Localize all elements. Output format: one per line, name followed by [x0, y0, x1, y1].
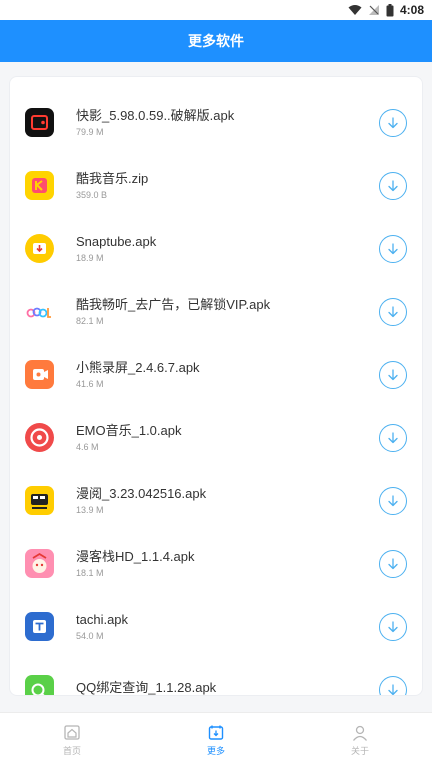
wifi-icon	[348, 5, 362, 15]
manyue-icon	[25, 486, 54, 515]
app-size: 359.0 B	[76, 190, 108, 200]
app-name: tachi.apk	[76, 612, 129, 627]
tab-home[interactable]: 首页	[0, 713, 144, 768]
app-name: 酷我音乐.zip	[76, 171, 149, 186]
snaptube-icon	[25, 234, 54, 263]
download-button[interactable]	[379, 297, 407, 326]
app-list: 快影_5.98.0.59..破解版.apk 79.9 M 酷我音乐.zip 35…	[9, 76, 423, 696]
download-icon	[388, 368, 398, 380]
battery-icon	[386, 3, 394, 16]
download-button[interactable]	[379, 549, 407, 578]
download-icon	[388, 305, 398, 317]
more-icon	[208, 725, 224, 740]
home-icon	[64, 725, 80, 740]
no-signal-icon	[368, 5, 379, 15]
list-item[interactable]: Snaptube.apk 18.9 M	[10, 217, 422, 280]
list-item[interactable]: QQ绑定查询_1.1.28.apk	[10, 658, 422, 695]
list-item[interactable]: 快影_5.98.0.59..破解版.apk 79.9 M	[10, 91, 422, 154]
tab-more[interactable]: 更多	[144, 713, 288, 768]
app-name: 漫客栈HD_1.1.4.apk	[76, 549, 195, 564]
download-button[interactable]	[379, 423, 407, 452]
tab-about[interactable]: 关于	[288, 713, 432, 768]
app-name: QQ绑定查询_1.1.28.apk	[76, 680, 217, 695]
app-size: 79.9 M	[76, 127, 104, 137]
list-item[interactable]: 酷我音乐.zip 359.0 B	[10, 154, 422, 217]
download-icon	[388, 116, 398, 128]
list-item[interactable]: 小熊录屏_2.4.6.7.apk 41.6 M	[10, 343, 422, 406]
list-item[interactable]: 酷我畅听_去广告，已解锁VIP.apk 82.1 M	[10, 280, 422, 343]
app-size: 13.9 M	[76, 505, 104, 515]
app-name: Snaptube.apk	[76, 234, 157, 249]
app-name: 酷我畅听_去广告，已解锁VIP.apk	[76, 297, 271, 312]
download-icon	[388, 683, 398, 695]
page-title: 更多软件	[188, 33, 244, 49]
download-button[interactable]	[379, 360, 407, 389]
app-size: 4.6 M	[76, 442, 99, 452]
app-name: 快影_5.98.0.59..破解版.apk	[76, 108, 235, 123]
app-size: 18.1 M	[76, 568, 104, 578]
app-header: 更多软件	[0, 20, 432, 62]
kuwo-listen-icon	[25, 297, 54, 326]
bear-recorder-icon	[25, 360, 54, 389]
download-icon	[388, 179, 398, 191]
download-button[interactable]	[379, 612, 407, 641]
download-icon	[388, 242, 398, 254]
tachi-icon	[25, 612, 54, 641]
download-icon	[388, 620, 398, 632]
tab-home-label: 首页	[62, 746, 81, 756]
download-icon	[388, 494, 398, 506]
list-item[interactable]: 漫阅_3.23.042516.apk 13.9 M	[10, 469, 422, 532]
download-button[interactable]	[379, 234, 407, 263]
app-size: 54.0 M	[76, 631, 104, 641]
download-button[interactable]	[379, 486, 407, 515]
bottom-tab-bar: 首页 更多 关于	[0, 712, 432, 768]
tab-more-label: 更多	[206, 746, 225, 756]
download-button[interactable]	[379, 675, 407, 695]
list-item[interactable]: 漫客栈HD_1.1.4.apk 18.1 M	[10, 532, 422, 595]
download-button[interactable]	[379, 108, 407, 137]
kuwo-music-icon	[25, 171, 54, 200]
emo-music-icon	[25, 423, 54, 452]
tab-about-label: 关于	[350, 746, 369, 756]
kuaiying-icon	[25, 108, 54, 137]
app-name: EMO音乐_1.0.apk	[76, 423, 182, 438]
qq-query-icon	[25, 675, 54, 695]
app-size: 18.9 M	[76, 253, 104, 263]
user-icon	[352, 725, 368, 741]
list-item[interactable]: EMO音乐_1.0.apk 4.6 M	[10, 406, 422, 469]
app-name: 漫阅_3.23.042516.apk	[76, 486, 207, 501]
mankezhan-icon	[25, 549, 54, 578]
app-size: 41.6 M	[76, 379, 104, 389]
list-item[interactable]: tachi.apk 54.0 M	[10, 595, 422, 658]
status-bar: 4:08	[0, 0, 432, 20]
app-name: 小熊录屏_2.4.6.7.apk	[76, 360, 200, 375]
download-button[interactable]	[379, 171, 407, 200]
download-icon	[388, 557, 398, 569]
clock-time: 4:08	[399, 3, 424, 17]
download-icon	[388, 431, 398, 443]
app-size: 82.1 M	[76, 316, 104, 326]
